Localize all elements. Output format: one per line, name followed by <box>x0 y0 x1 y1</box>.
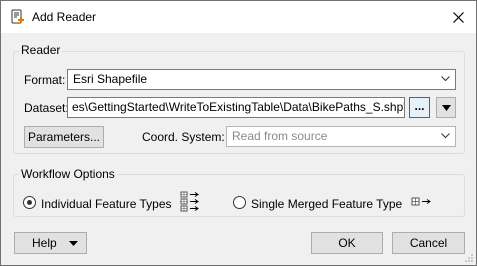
coord-system-select[interactable]: Read from source <box>226 126 456 147</box>
format-label: Format: <box>24 73 66 87</box>
dataset-input[interactable]: es\GettingStarted\WriteToExistingTable\D… <box>67 97 405 118</box>
close-icon <box>452 11 464 23</box>
individual-feature-types-icon <box>180 191 199 212</box>
title-bar: Add Reader <box>1 1 476 33</box>
individual-feature-types-radio[interactable] <box>23 196 36 209</box>
add-reader-dialog: Add Reader Reader Format: Esri Shapefile… <box>0 0 477 266</box>
parameters-label: Parameters... <box>27 130 101 144</box>
coord-system-value: Read from source <box>232 129 328 143</box>
chevron-down-icon <box>441 133 450 139</box>
individual-feature-types-label[interactable]: Individual Feature Types <box>41 197 172 211</box>
close-button[interactable] <box>444 3 472 31</box>
cancel-label: Cancel <box>409 236 448 250</box>
single-merged-feature-type-radio[interactable] <box>233 196 246 209</box>
triangle-down-icon <box>441 104 451 111</box>
workflow-options-label: Workflow Options <box>19 167 117 181</box>
chevron-down-icon <box>441 76 450 82</box>
cancel-button[interactable]: Cancel <box>392 232 465 254</box>
triangle-down-icon <box>69 241 78 246</box>
help-button[interactable]: Help <box>14 232 87 254</box>
browse-button[interactable]: ... <box>409 97 430 118</box>
ok-button[interactable]: OK <box>311 232 383 254</box>
dataset-label: Dataset: <box>24 101 69 115</box>
single-merged-feature-type-label[interactable]: Single Merged Feature Type <box>251 197 402 211</box>
radio-selected-dot <box>27 200 32 205</box>
single-merged-feature-type-icon <box>411 197 431 206</box>
ok-label: OK <box>338 236 356 250</box>
dataset-value: es\GettingStarted\WriteToExistingTable\D… <box>72 100 405 114</box>
browse-label: ... <box>414 98 425 113</box>
resize-grip-icon[interactable] <box>464 253 474 263</box>
dataset-dropdown-button[interactable] <box>436 97 456 118</box>
parameters-button[interactable]: Parameters... <box>24 126 104 148</box>
format-value: Esri Shapefile <box>73 72 148 86</box>
coord-system-label: Coord. System: <box>142 130 225 144</box>
window-title: Add Reader <box>32 10 97 24</box>
format-select[interactable]: Esri Shapefile <box>67 69 456 90</box>
help-label: Help <box>32 236 57 250</box>
reader-group-label: Reader <box>19 43 63 57</box>
add-reader-icon <box>11 9 24 24</box>
